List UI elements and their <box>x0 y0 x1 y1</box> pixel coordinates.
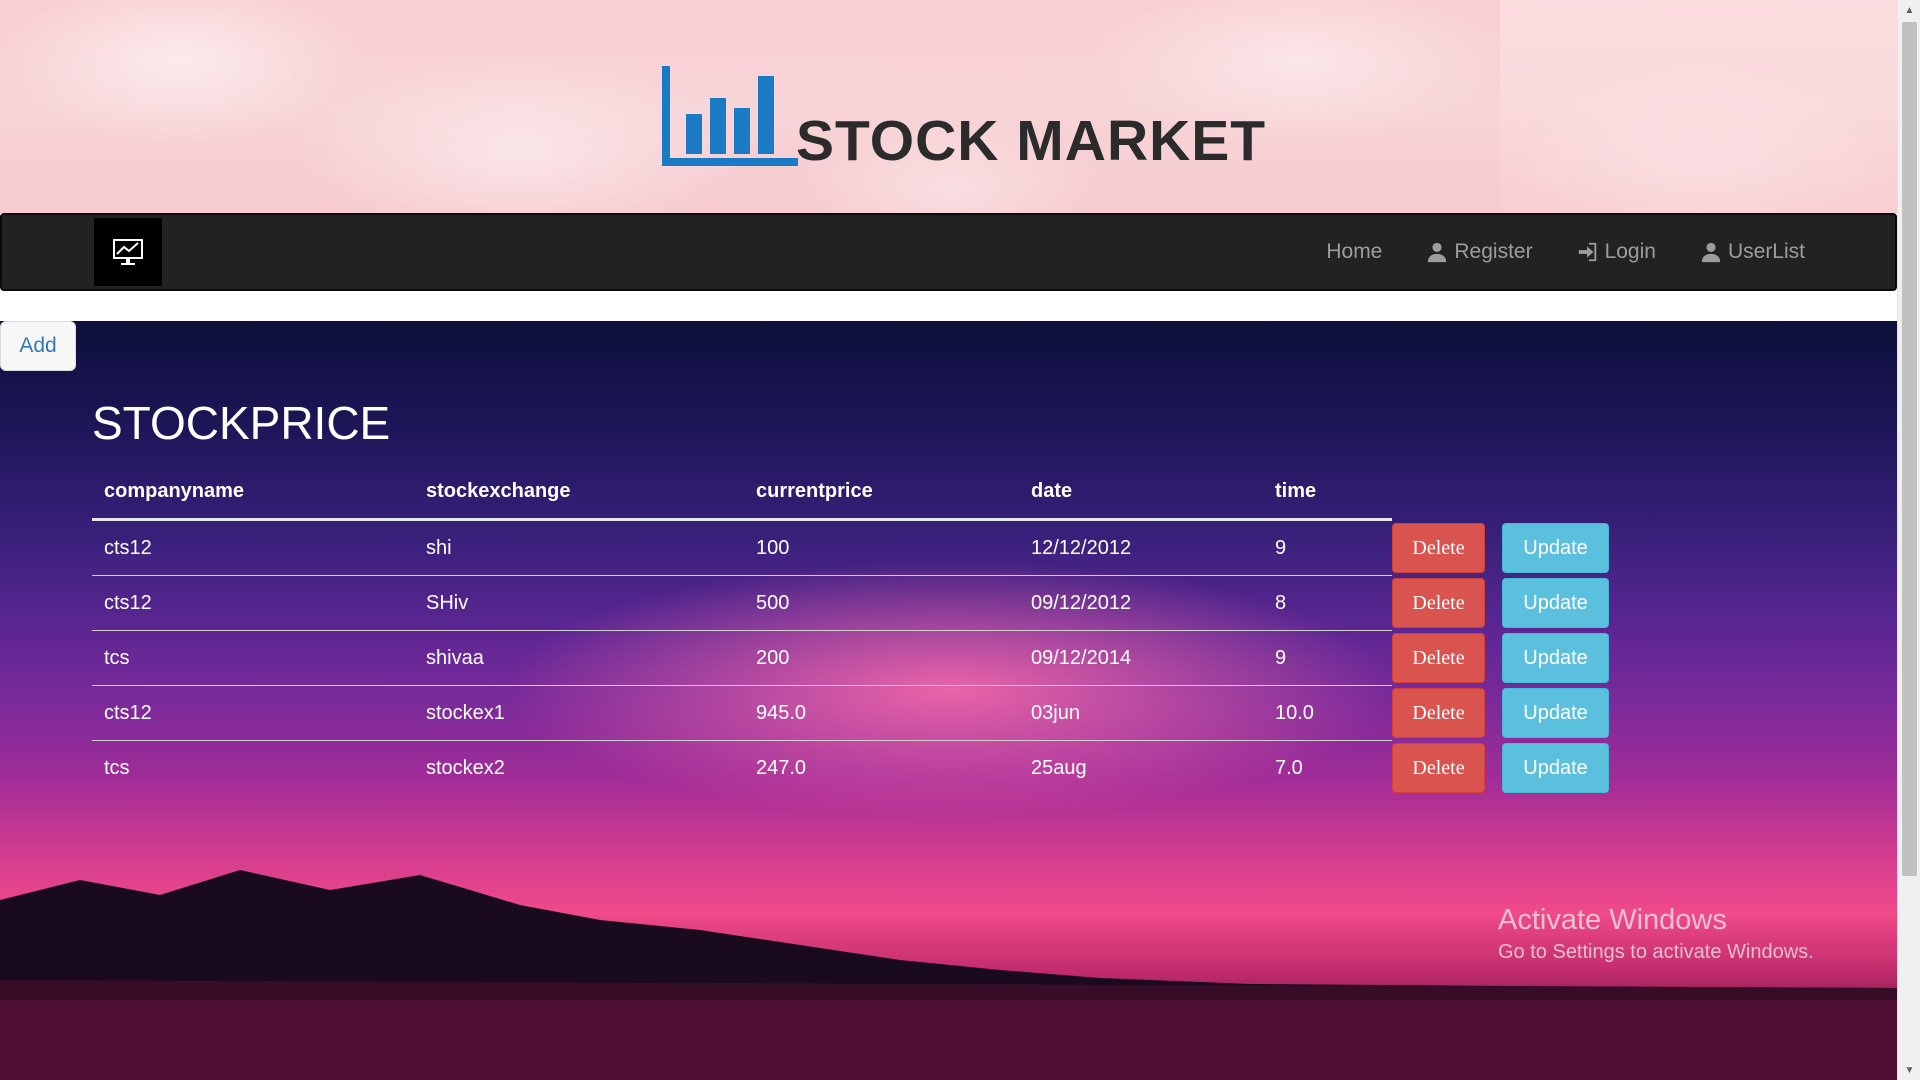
cell-companyname: tcs <box>104 757 130 779</box>
user-icon <box>1428 242 1447 263</box>
update-button[interactable]: Update <box>1502 633 1609 683</box>
login-icon <box>1578 242 1596 262</box>
table-row: tcs stockex2 247.0 25aug 7.0 Delete Upda… <box>92 741 1609 796</box>
cell-companyname: cts12 <box>104 701 152 724</box>
cell-stockexchange: shivaa <box>426 646 484 669</box>
activation-watermark: Activate Windows Go to Settings to activ… <box>1498 904 1814 964</box>
cell-stockexchange: stockex2 <box>426 757 505 779</box>
site-title: STOCK MARKET <box>796 109 1267 173</box>
column-header: stockexchange <box>426 480 571 502</box>
cell-currentprice: 100 <box>756 536 790 559</box>
nav-links: Home Register Login UserList <box>1326 215 1805 289</box>
mountain-silhouette <box>0 870 1897 1080</box>
page: STOCK MARKET Home Register Login UserLis… <box>0 0 1897 1080</box>
nav-login[interactable]: Login <box>1577 240 1656 264</box>
nav-login-label: Login <box>1604 240 1656 263</box>
cell-date: 09/12/2012 <box>1031 591 1132 614</box>
table-row: cts12 stockex1 945.0 03jun 10.0 Delete U… <box>92 686 1609 741</box>
watermark-subtitle: Go to Settings to activate Windows. <box>1498 941 1814 963</box>
nav-home-label: Home <box>1326 240 1383 263</box>
scroll-down-icon[interactable]: ▼ <box>1898 1060 1920 1080</box>
monitor-chart-icon <box>113 239 143 265</box>
cell-companyname: cts12 <box>104 536 152 559</box>
cell-date: 09/12/2014 <box>1031 646 1132 669</box>
delete-button[interactable]: Delete <box>1392 578 1485 628</box>
cell-stockexchange: shi <box>426 536 452 559</box>
cell-time: 7.0 <box>1275 757 1303 779</box>
cell-stockexchange: SHiv <box>426 591 469 614</box>
cell-currentprice: 945.0 <box>756 701 807 724</box>
vertical-scrollbar[interactable]: ▲ ▼ <box>1897 0 1920 1080</box>
cell-time: 9 <box>1275 536 1287 559</box>
spacer <box>0 291 1897 321</box>
bar-chart-icon <box>662 66 798 166</box>
table-row: cts12 shi 100 12/12/2012 9 Delete Update <box>92 521 1609 576</box>
stockprice-table: companyname stockexchange currentprice d… <box>92 465 1609 796</box>
user-icon <box>1701 242 1721 263</box>
add-button[interactable]: Add <box>0 321 76 371</box>
cell-currentprice: 200 <box>756 646 790 669</box>
column-header: companyname <box>104 480 245 502</box>
navbar-logo[interactable] <box>94 218 162 286</box>
cell-date: 03jun <box>1031 701 1080 724</box>
cell-time: 10.0 <box>1275 701 1314 724</box>
delete-button[interactable]: Delete <box>1392 743 1485 793</box>
cell-stockexchange: stockex1 <box>426 701 505 724</box>
delete-button[interactable]: Delete <box>1392 523 1485 573</box>
watermark-title: Activate Windows <box>1498 904 1727 936</box>
column-header: currentprice <box>756 480 873 502</box>
delete-button[interactable]: Delete <box>1392 633 1485 683</box>
cell-time: 8 <box>1275 591 1287 614</box>
cell-companyname: cts12 <box>104 591 152 614</box>
navbar: Home Register Login UserList <box>0 213 1897 291</box>
update-button[interactable]: Update <box>1502 743 1609 793</box>
cell-date: 12/12/2012 <box>1031 536 1132 559</box>
nav-register-label: Register <box>1454 240 1533 263</box>
update-button[interactable]: Update <box>1502 523 1609 573</box>
column-header: date <box>1031 480 1073 502</box>
table-row: cts12 SHiv 500 09/12/2012 8 Delete Updat… <box>92 576 1609 631</box>
update-button[interactable]: Update <box>1502 578 1609 628</box>
table-row: tcs shivaa 200 09/12/2014 9 Delete Updat… <box>92 631 1609 686</box>
nav-register[interactable]: Register <box>1426 240 1533 264</box>
delete-button[interactable]: Delete <box>1392 688 1485 738</box>
update-button[interactable]: Update <box>1502 688 1609 738</box>
page-title: STOCKPRICE <box>92 397 391 449</box>
nav-home[interactable]: Home <box>1326 240 1382 264</box>
cell-currentprice: 500 <box>756 591 790 614</box>
cell-time: 9 <box>1275 646 1287 669</box>
nav-userlist-label: UserList <box>1727 240 1805 263</box>
banner-decor <box>1500 0 1897 213</box>
scrollbar-thumb[interactable] <box>1902 22 1917 876</box>
brand: STOCK MARKET <box>660 60 1266 170</box>
scroll-up-icon[interactable]: ▲ <box>1898 0 1920 20</box>
header-banner: STOCK MARKET <box>0 0 1897 213</box>
cell-date: 25aug <box>1031 757 1087 779</box>
cell-companyname: tcs <box>104 646 130 669</box>
cell-currentprice: 247.0 <box>756 757 807 779</box>
nav-userlist[interactable]: UserList <box>1700 240 1805 264</box>
column-header: time <box>1275 480 1317 502</box>
table-header: companyname stockexchange currentprice d… <box>92 465 1392 521</box>
